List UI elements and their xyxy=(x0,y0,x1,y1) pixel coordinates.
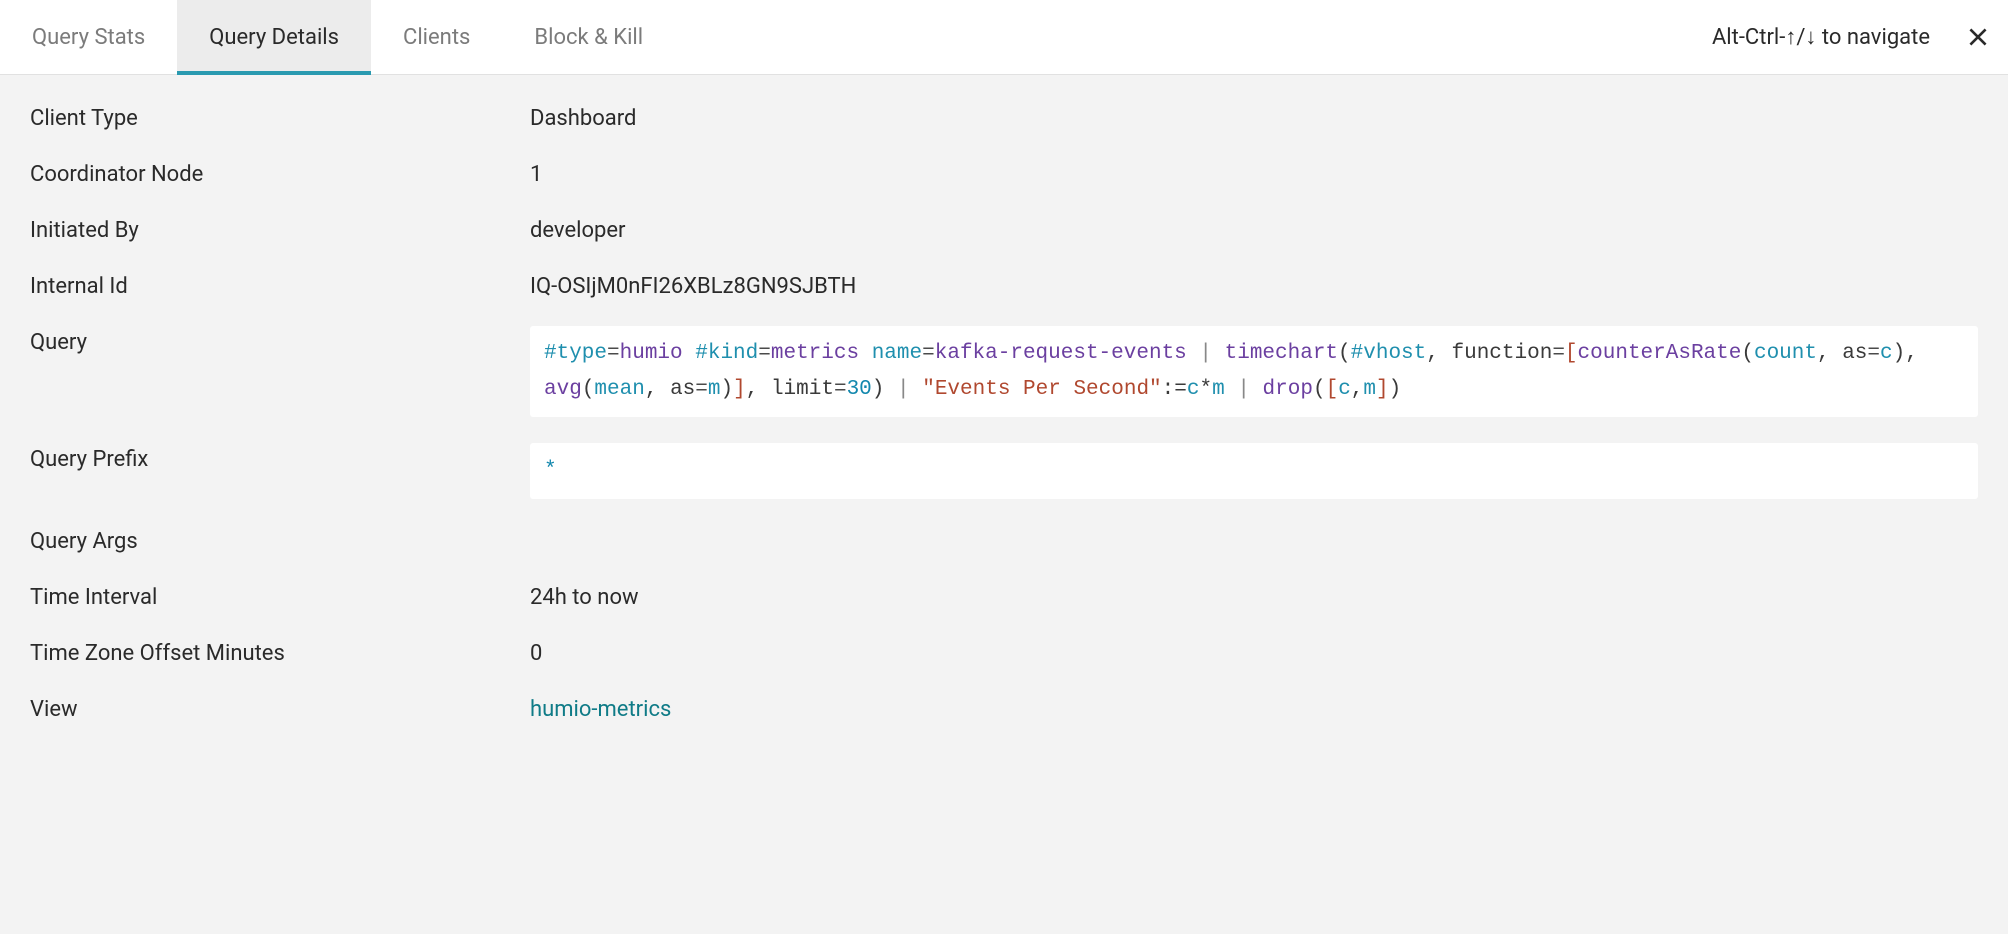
row-query-prefix: Query Prefix * xyxy=(30,430,1978,512)
label-query-args: Query Args xyxy=(30,525,530,554)
label-view: View xyxy=(30,693,530,722)
tab-label: Clients xyxy=(403,25,470,50)
value-query[interactable]: #type=humio #kind=metrics name=kafka-req… xyxy=(530,326,1978,417)
value-internal-id: IQ-OSIjM0nFI26XBLz8GN9SJBTH xyxy=(530,270,1978,300)
label-initiated-by: Initiated By xyxy=(30,214,530,243)
label-query: Query xyxy=(30,326,530,355)
value-initiated-by: developer xyxy=(530,214,1978,244)
row-query: Query #type=humio #kind=metrics name=kaf… xyxy=(30,313,1978,430)
tabbar: Query Stats Query Details Clients Block … xyxy=(0,0,2008,75)
label-time-interval: Time Interval xyxy=(30,581,530,610)
value-coordinator-node: 1 xyxy=(530,158,1978,188)
value-time-interval: 24h to now xyxy=(530,581,1978,611)
tab-label: Block & Kill xyxy=(534,25,643,50)
label-coordinator-node: Coordinator Node xyxy=(30,158,530,187)
row-coordinator-node: Coordinator Node 1 xyxy=(30,145,1978,201)
tab-clients[interactable]: Clients xyxy=(371,0,502,74)
row-initiated-by: Initiated By developer xyxy=(30,201,1978,257)
tab-label: Query Stats xyxy=(32,25,145,50)
row-query-args: Query Args xyxy=(30,512,1978,568)
row-tz-offset: Time Zone Offset Minutes 0 xyxy=(30,624,1978,680)
label-client-type: Client Type xyxy=(30,102,530,131)
row-internal-id: Internal Id IQ-OSIjM0nFI26XBLz8GN9SJBTH xyxy=(30,257,1978,313)
tab-query-details[interactable]: Query Details xyxy=(177,0,371,74)
tab-block-and-kill[interactable]: Block & Kill xyxy=(502,0,675,74)
query-details-panel: Query Stats Query Details Clients Block … xyxy=(0,0,2008,934)
value-view-link[interactable]: humio-metrics xyxy=(530,693,1978,723)
label-internal-id: Internal Id xyxy=(30,270,530,299)
value-tz-offset: 0 xyxy=(530,637,1978,667)
label-query-prefix: Query Prefix xyxy=(30,443,530,472)
details-content: Client Type Dashboard Coordinator Node 1… xyxy=(0,75,2008,766)
close-icon xyxy=(1965,24,1991,50)
row-client-type: Client Type Dashboard xyxy=(30,89,1978,145)
row-view: View humio-metrics xyxy=(30,680,1978,736)
label-tz-offset: Time Zone Offset Minutes xyxy=(30,637,530,666)
value-query-args xyxy=(530,525,1978,555)
nav-hint: Alt-Ctrl-↑/↓ to navigate xyxy=(1712,0,1948,74)
row-time-interval: Time Interval 24h to now xyxy=(30,568,1978,624)
value-client-type: Dashboard xyxy=(530,102,1978,132)
tab-query-stats[interactable]: Query Stats xyxy=(0,0,177,74)
tab-label: Query Details xyxy=(209,25,339,50)
close-button[interactable] xyxy=(1948,0,2008,74)
value-query-prefix[interactable]: * xyxy=(530,443,1978,499)
